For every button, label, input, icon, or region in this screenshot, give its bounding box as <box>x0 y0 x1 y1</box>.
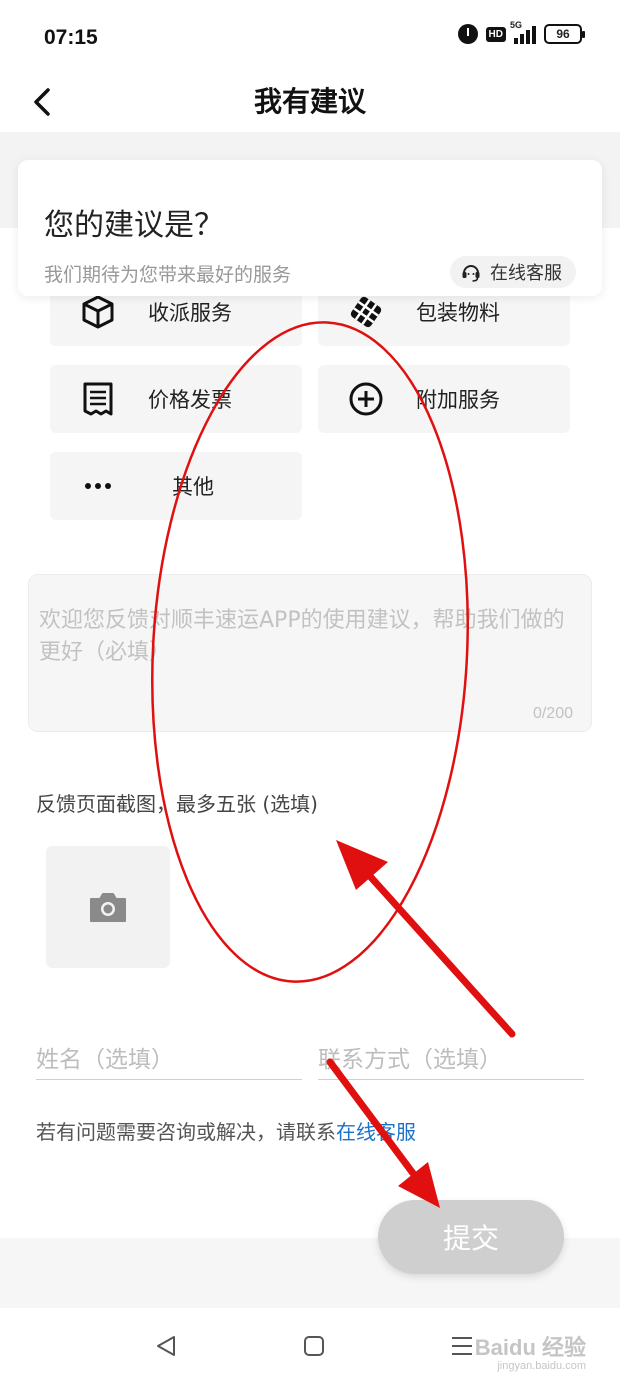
online-service-label: 在线客服 <box>490 263 562 284</box>
submit-button[interactable]: 提交 <box>378 1200 564 1274</box>
category-label: 包装物料 <box>416 301 500 325</box>
contact-input[interactable]: 联系方式（选填） <box>318 1040 584 1080</box>
package-box-icon <box>78 294 118 330</box>
feedback-char-counter: 0/200 <box>532 705 573 722</box>
annotation-arrow-up <box>336 840 516 1038</box>
plus-circle-icon <box>346 381 386 417</box>
signal-icon: 5G <box>510 20 536 44</box>
watermark-logo: Baidu 经验 <box>474 1335 586 1360</box>
intro-card: 您的建议是？ 我们期待为您带来最好的服务 在线客服 <box>18 160 602 296</box>
nav-menu-icon[interactable] <box>450 1334 474 1362</box>
category-price-invoice[interactable]: 价格发票 <box>50 365 302 433</box>
upload-screenshot-button[interactable] <box>46 846 170 968</box>
alarm-icon <box>457 24 478 44</box>
online-service-link[interactable]: 在线客服 <box>336 1120 416 1144</box>
category-additional-services[interactable]: 附加服务 <box>318 365 570 433</box>
title-bar: 我有建议 <box>0 72 620 132</box>
camera-icon <box>90 893 126 922</box>
help-text: 若有问题需要咨询或解决，请联系在线客服 <box>36 1116 416 1145</box>
battery-icon: 96 <box>544 24 585 44</box>
intro-subtitle: 我们期待为您带来最好的服务 <box>44 264 292 286</box>
nav-home-icon[interactable] <box>302 1334 326 1362</box>
category-label: 价格发票 <box>148 388 232 412</box>
page-title: 我有建议 <box>253 85 366 118</box>
nav-back-icon[interactable] <box>154 1334 178 1362</box>
feedback-textarea[interactable]: 欢迎您反馈对顺丰速运APP的使用建议，帮助我们做的更好（必填） 0/200 <box>28 574 592 732</box>
online-service-button[interactable]: 在线客服 <box>450 256 576 288</box>
category-label: 其他 <box>172 475 214 499</box>
help-message: 若有问题需要咨询或解决，请联系 <box>36 1120 336 1144</box>
category-label: 附加服务 <box>416 388 500 412</box>
feedback-placeholder: 欢迎您反馈对顺丰速运APP的使用建议，帮助我们做的更好（必填） <box>39 608 565 665</box>
network-type: 5G <box>510 20 523 30</box>
receipt-icon <box>78 381 118 417</box>
more-dots-icon <box>78 468 118 504</box>
category-label: 收派服务 <box>148 301 232 325</box>
intro-title: 您的建议是？ <box>44 208 224 243</box>
grid-cube-icon <box>346 294 386 330</box>
status-bar: 07:15 HD 5G 96 <box>0 0 620 72</box>
screenshot-label: 反馈页面截图，最多五张 (选填) <box>36 792 318 816</box>
status-time: 07:15 <box>44 26 98 49</box>
status-icons: HD 5G 96 <box>457 20 585 44</box>
watermark-url: jingyan.baidu.com <box>497 1360 586 1372</box>
headset-icon <box>462 265 480 282</box>
name-input[interactable]: 姓名（选填） <box>36 1040 302 1080</box>
category-other[interactable]: 其他 <box>50 452 302 520</box>
hd-icon: HD <box>485 26 506 42</box>
